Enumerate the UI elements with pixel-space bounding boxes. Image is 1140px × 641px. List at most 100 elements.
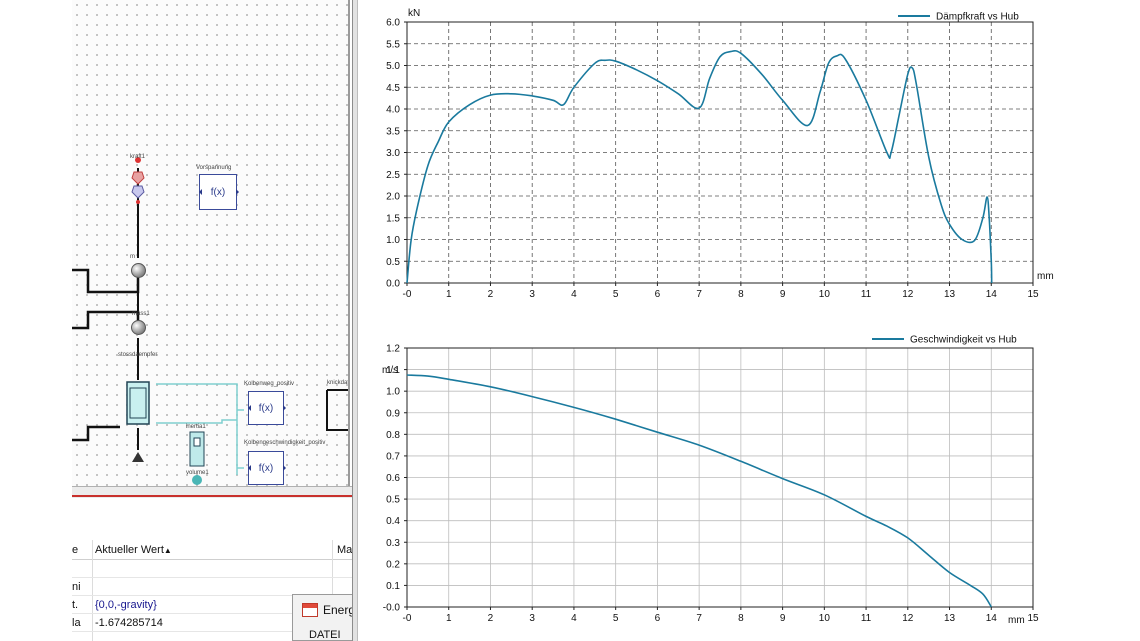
x-tick-label: 11 bbox=[861, 613, 872, 624]
x-tick-label: 15 bbox=[1027, 289, 1039, 300]
y-tick-label: 5.0 bbox=[386, 61, 400, 72]
y-tick-label: 1.2 bbox=[386, 344, 400, 355]
row-name: la bbox=[72, 617, 81, 629]
row-value[interactable]: -1.674285714 bbox=[95, 617, 163, 629]
x-tick-label: 13 bbox=[944, 289, 956, 300]
x-tick-label: 4 bbox=[571, 289, 577, 300]
y-tick-label: 3.0 bbox=[386, 148, 400, 159]
x-tick-label: 8 bbox=[738, 613, 744, 624]
x-tick-label: 3 bbox=[529, 289, 535, 300]
y-axis-unit-label: m/s bbox=[382, 365, 398, 376]
pane-splitter[interactable] bbox=[72, 486, 352, 498]
model-editor-pane: kraft1 m mass1 stossdaempfer inertia1 vo… bbox=[0, 0, 356, 641]
column-header-max[interactable]: Ma bbox=[337, 544, 352, 556]
mass-upper-label: m bbox=[130, 254, 135, 260]
x-tick-label: 2 bbox=[488, 613, 494, 624]
chart-geschwindigkeit: -0 1 2 3 4 5 6 7 8 9 10 11 12 13 14 15-0.00.10.20.30.40… bbox=[382, 335, 1039, 627]
legend-label: Geschwindigkeit vs Hub bbox=[910, 335, 1017, 346]
y-tick-label: 0.2 bbox=[386, 559, 400, 570]
wire-damper-base bbox=[72, 425, 120, 442]
mass1-element[interactable] bbox=[131, 320, 146, 335]
kolbengeschwindigkeit-label: Kolbengeschwindigkeit_positiv bbox=[244, 440, 326, 446]
y-tick-label: 0.8 bbox=[386, 430, 400, 441]
x-tick-label: 10 bbox=[819, 613, 831, 624]
energy-window-title: Energ bbox=[323, 603, 356, 617]
menu-datei[interactable]: DATEI bbox=[309, 629, 341, 641]
sort-ascending-icon: ▲ bbox=[163, 546, 172, 555]
y-axis-unit-label: kN bbox=[408, 8, 420, 19]
y-tick-label: 5.5 bbox=[386, 39, 400, 50]
ground-symbol bbox=[132, 452, 144, 462]
kolbenweg-label: Kolbenweg_positiv bbox=[244, 381, 295, 387]
y-tick-label: 3.5 bbox=[386, 126, 400, 137]
row-name: t. bbox=[72, 599, 79, 611]
y-tick-label: 0.0 bbox=[386, 279, 400, 290]
property-table-header: e Aktueller Wert▲ Ma bbox=[72, 540, 352, 560]
y-tick-label: 0.5 bbox=[386, 495, 400, 506]
x-tick-label: 7 bbox=[696, 613, 702, 624]
x-tick-label: 9 bbox=[780, 289, 786, 300]
vorspannung-function-block[interactable]: f(x) bbox=[199, 174, 239, 210]
x-tick-label: -0 bbox=[403, 613, 412, 624]
y-tick-label: 0.6 bbox=[386, 473, 400, 484]
knickdaten-label: knickdat bbox=[327, 380, 350, 386]
wire-mass-upper bbox=[72, 268, 140, 294]
x-tick-label: 1 bbox=[446, 289, 452, 300]
x-tick-label: 7 bbox=[696, 289, 702, 300]
spring-element bbox=[131, 157, 145, 204]
x-tick-label: 3 bbox=[529, 613, 535, 624]
x-tick-label: 14 bbox=[986, 613, 998, 624]
row-value[interactable]: {0,0,-gravity} bbox=[95, 599, 157, 611]
kolbenweg-function-block[interactable]: f(x) bbox=[248, 391, 286, 425]
column-header-current-value[interactable]: Aktueller Wert▲ bbox=[95, 544, 172, 556]
x-tick-label: 2 bbox=[488, 289, 494, 300]
signal-wire-2 bbox=[156, 419, 237, 424]
x-tick-label: 4 bbox=[571, 613, 577, 624]
legend-label: Dämpfkraft vs Hub bbox=[936, 12, 1019, 23]
energy-window-icon bbox=[302, 603, 318, 617]
mass1-label: mass1 bbox=[132, 311, 150, 317]
inertia1-label: inertia1 bbox=[186, 424, 206, 430]
x-tick-label: 9 bbox=[780, 613, 786, 624]
y-tick-label: 1.0 bbox=[386, 235, 400, 246]
x-tick-label: 13 bbox=[944, 613, 956, 624]
stossdaempfer-label: stossdaempfer bbox=[118, 352, 158, 358]
y-tick-label: 0.5 bbox=[386, 257, 400, 268]
vorspannung-label: Vorspannung bbox=[196, 165, 232, 171]
kolbengeschwindigkeit-function-block[interactable]: f(x) bbox=[248, 451, 286, 485]
y-tick-label: 4.5 bbox=[386, 83, 400, 94]
energy-window[interactable]: Energ DATEI bbox=[292, 594, 356, 641]
x-tick-label: 10 bbox=[819, 289, 831, 300]
table-row[interactable] bbox=[72, 560, 352, 578]
x-axis-unit-label: mm bbox=[1037, 271, 1054, 282]
knickdaten-block bbox=[326, 389, 350, 431]
x-tick-label: 15 bbox=[1027, 613, 1039, 624]
x-tick-label: 5 bbox=[613, 289, 619, 300]
x-tick-label: 14 bbox=[986, 289, 998, 300]
row-name: ni bbox=[72, 581, 81, 593]
y-tick-label: 2.0 bbox=[386, 192, 400, 203]
column-header-name[interactable]: e bbox=[72, 544, 90, 556]
x-tick-label: 6 bbox=[655, 613, 661, 624]
mass-element-upper[interactable] bbox=[131, 263, 146, 278]
x-axis-unit-label: mm bbox=[1008, 615, 1025, 626]
y-tick-label: 2.5 bbox=[386, 170, 400, 181]
y-tick-label: 0.4 bbox=[386, 516, 400, 527]
x-tick-label: 8 bbox=[738, 289, 744, 300]
inertia-block bbox=[189, 431, 205, 467]
y-tick-label: 4.0 bbox=[386, 105, 400, 116]
x-tick-label: 5 bbox=[613, 613, 619, 624]
y-tick-label: 1.0 bbox=[386, 387, 400, 398]
y-tick-label: 1.5 bbox=[386, 213, 400, 224]
y-tick-label: 0.3 bbox=[386, 538, 400, 549]
diagram-wires bbox=[72, 157, 350, 485]
y-tick-label: 0.1 bbox=[386, 581, 400, 592]
x-tick-label: 11 bbox=[861, 289, 872, 300]
x-tick-label: 1 bbox=[446, 613, 452, 624]
x-tick-label: -0 bbox=[403, 289, 412, 300]
main-splitter[interactable] bbox=[352, 0, 358, 641]
y-tick-label: 0.9 bbox=[386, 408, 400, 419]
kraft1-label: kraft1 bbox=[130, 154, 146, 160]
model-diagram-canvas[interactable]: kraft1 m mass1 stossdaempfer inertia1 vo… bbox=[72, 0, 350, 486]
canvas-border bbox=[348, 0, 350, 486]
